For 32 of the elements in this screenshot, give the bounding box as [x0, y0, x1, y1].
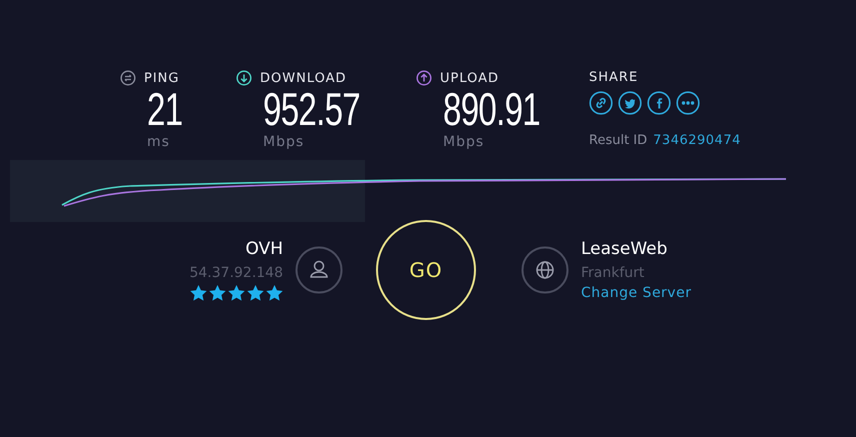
star-icon: [266, 285, 283, 301]
star-icon: [247, 285, 264, 301]
star-icon: [228, 285, 245, 301]
metric-value: 890.91: [443, 86, 540, 132]
ip-address: 54.37.92.148: [189, 265, 283, 281]
server-location: Frankfurt: [581, 265, 646, 281]
change-server-link[interactable]: Change Server: [581, 285, 692, 301]
metric-label: PING: [144, 70, 180, 86]
ping-icon: [120, 70, 136, 86]
metric-value: 21: [147, 86, 182, 132]
metric-label: DOWNLOAD: [260, 70, 347, 86]
metric-unit: ms: [147, 134, 171, 150]
link-icon[interactable]: [589, 91, 613, 115]
globe-icon: [521, 246, 569, 294]
metric-label: UPLOAD: [440, 70, 500, 86]
f-letter-icon[interactable]: [647, 91, 671, 115]
more-icon[interactable]: [676, 91, 700, 115]
upload-icon: [416, 70, 432, 86]
star-icon: [209, 285, 226, 301]
metric-value: 952.57: [263, 86, 360, 132]
star-icon: [190, 285, 207, 301]
provider-name: OVH: [246, 239, 283, 259]
download-icon: [236, 70, 252, 86]
share-label: SHARE: [589, 70, 640, 85]
metric-unit: Mbps: [263, 134, 306, 150]
server-name: LeaseWeb: [581, 239, 668, 259]
bird-icon[interactable]: [618, 91, 642, 115]
result-id-link[interactable]: 7346290474: [653, 133, 741, 148]
go-button[interactable]: GO: [376, 220, 476, 320]
person-icon: [295, 246, 343, 294]
result-id-label: Result ID: [589, 133, 648, 148]
metric-unit: Mbps: [443, 134, 486, 150]
